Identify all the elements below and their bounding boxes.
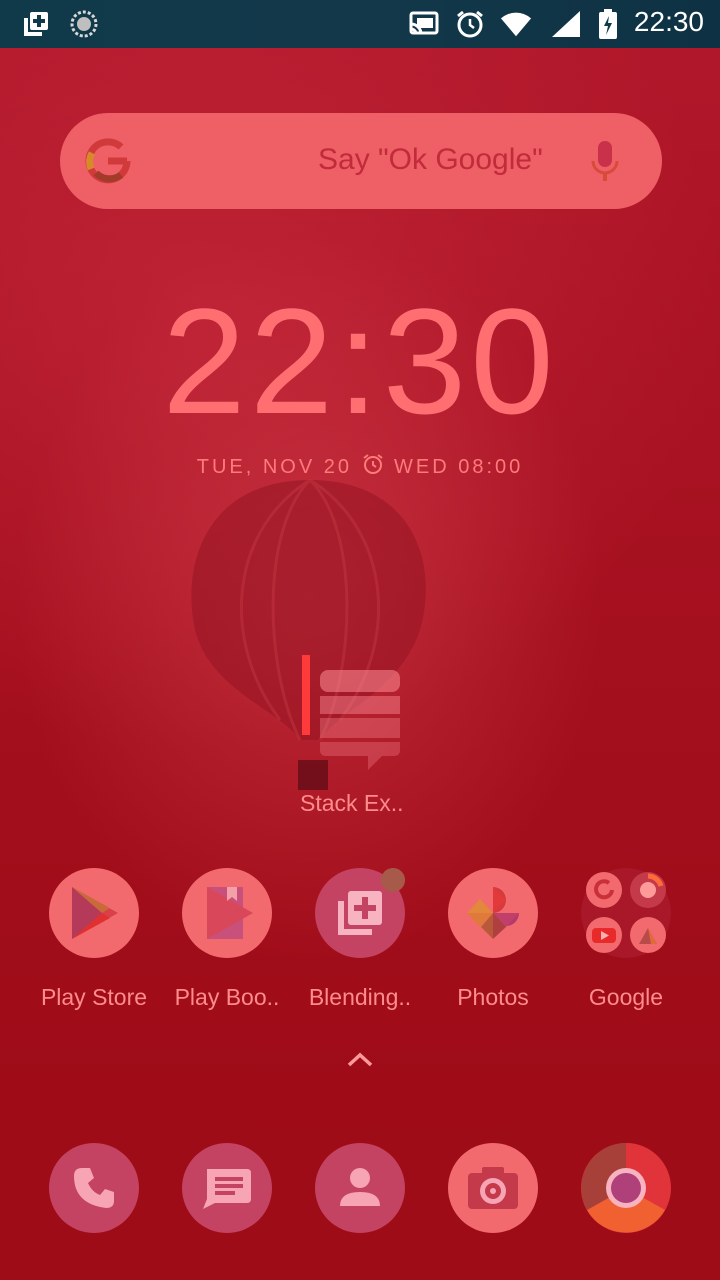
chevron-up-icon xyxy=(347,1052,373,1067)
stack-exchange-label: Stack Ex.. xyxy=(300,790,404,816)
dock-chrome[interactable] xyxy=(561,1143,691,1233)
signal-icon xyxy=(550,8,582,40)
stack-exchange-shortcut[interactable] xyxy=(318,668,402,776)
mic-icon[interactable] xyxy=(590,139,620,189)
dock-camera[interactable] xyxy=(428,1143,558,1233)
messages-icon xyxy=(182,1143,272,1233)
app-blending[interactable]: Blending.. xyxy=(295,868,425,1011)
cast-icon xyxy=(408,8,440,40)
app-drawer-handle[interactable] xyxy=(345,1050,375,1074)
notification-badge xyxy=(381,868,405,892)
battery-charging-icon xyxy=(592,8,624,40)
app-label: Play Store xyxy=(40,984,148,1010)
alarm-icon xyxy=(454,8,486,40)
clock-time[interactable]: 22:30 xyxy=(0,286,720,436)
phone-icon xyxy=(49,1143,139,1233)
app-label: Google xyxy=(588,984,664,1010)
wifi-icon xyxy=(500,8,532,40)
app-google-folder[interactable]: Google xyxy=(561,868,691,1011)
chrome-icon xyxy=(581,1143,671,1233)
search-placeholder: Say "Ok Google" xyxy=(318,143,543,176)
google-g-icon xyxy=(84,137,132,189)
dock-messages[interactable] xyxy=(162,1143,292,1233)
contacts-icon xyxy=(315,1143,405,1233)
status-bar: 22:30 xyxy=(0,0,720,48)
app-label: Photos xyxy=(457,984,529,1010)
dock-phone[interactable] xyxy=(29,1143,159,1233)
sync-spinner-icon xyxy=(68,8,100,40)
app-label: Play Boo.. xyxy=(174,984,280,1010)
play-store-icon xyxy=(49,868,139,958)
dock-contacts[interactable] xyxy=(295,1143,425,1233)
app-photos[interactable]: Photos xyxy=(428,868,558,1011)
status-bar-time: 22:30 xyxy=(633,6,704,37)
camera-icon xyxy=(448,1143,538,1233)
google-search-bar[interactable]: Say "Ok Google" xyxy=(60,113,662,209)
blending-app-icon xyxy=(20,8,52,40)
blending-icon xyxy=(315,868,405,958)
stack-exchange-icon xyxy=(320,670,400,770)
google-folder-icon xyxy=(581,868,671,958)
app-play-books[interactable]: Play Boo.. xyxy=(162,868,292,1011)
photos-icon xyxy=(448,868,538,958)
app-label: Blending.. xyxy=(308,984,412,1010)
app-play-store[interactable]: Play Store xyxy=(29,868,159,1011)
play-books-icon xyxy=(182,868,272,958)
